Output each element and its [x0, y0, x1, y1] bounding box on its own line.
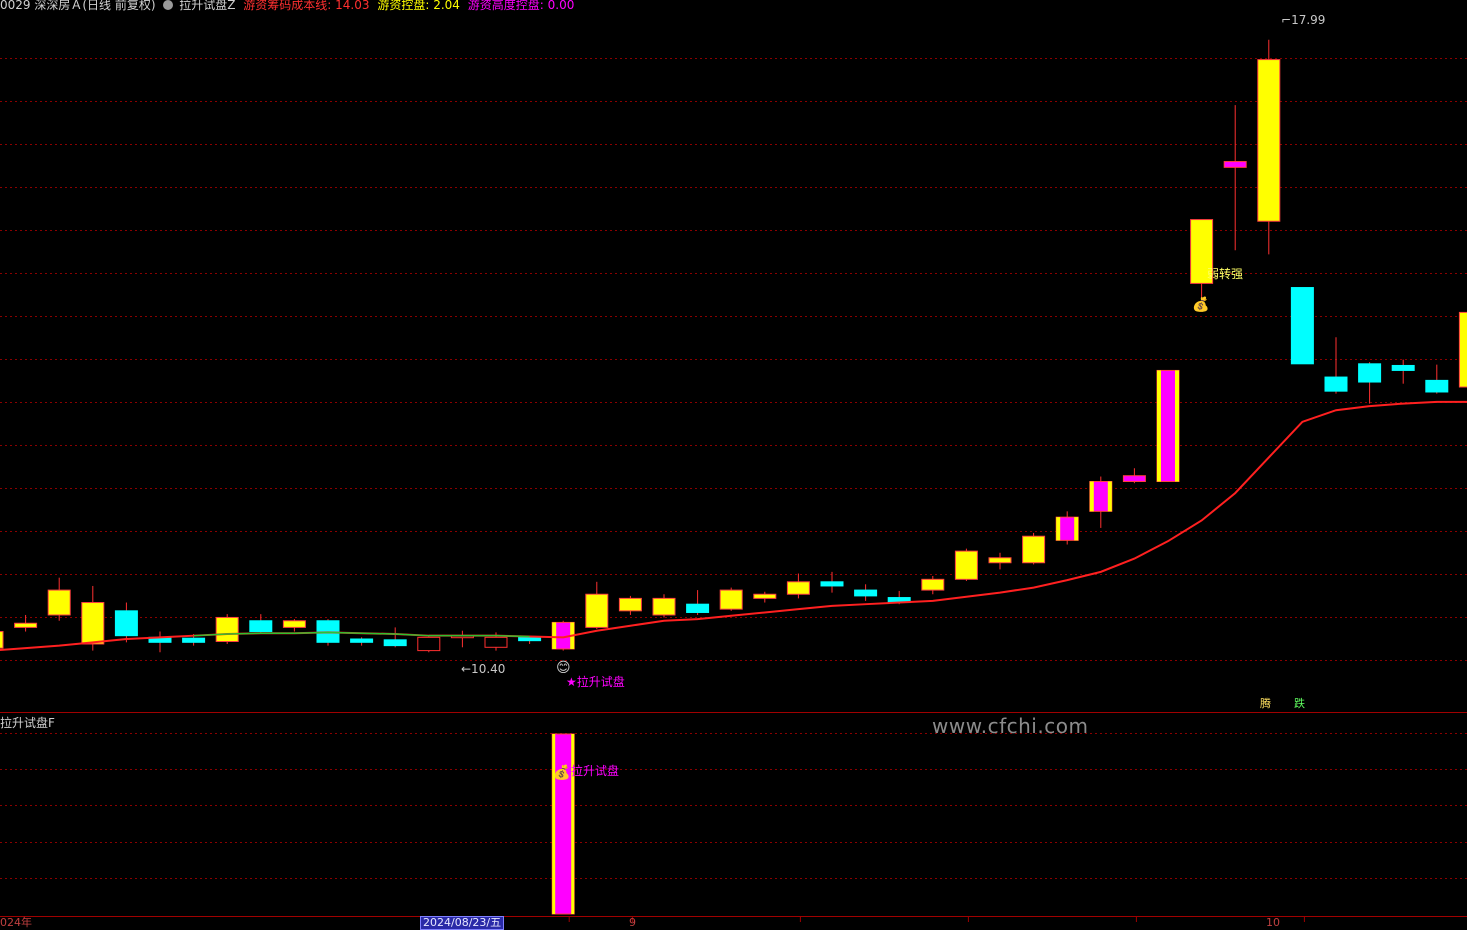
candle-stripe [1175, 370, 1179, 482]
signal-label-sub: 拉升试盘 [571, 764, 620, 778]
candle-body [652, 597, 676, 616]
candle-body [921, 578, 945, 591]
kline-window[interactable]: 0029 深深房Ａ(日线 前复权) 拉升试盘Z 游资筹码成本线: 14.03 游… [0, 0, 1467, 930]
cost-line-value: 14.03 [335, 0, 370, 12]
candle-body [1391, 364, 1415, 371]
candle-stripe [1056, 517, 1061, 541]
candle-body [0, 631, 4, 649]
ma-line-layer [0, 400, 1467, 652]
stock-title[interactable]: 0029 深深房Ａ(日线 前复权) [0, 0, 156, 12]
candle-body [686, 603, 710, 613]
cursor-date-label: 2024/08/23/五 [420, 916, 505, 930]
watermark: www.cfchi.com [932, 714, 1089, 738]
indicator-layer [551, 733, 575, 915]
month-label-oct: 10 [1266, 916, 1280, 929]
year-label: 024年 [0, 916, 32, 929]
candle-body [618, 597, 642, 612]
chart-header: 0029 深深房Ａ(日线 前复权) 拉升试盘Z 游资筹码成本线: 14.03 游… [0, 0, 578, 14]
candle-body [1358, 363, 1382, 383]
candle-body [1122, 475, 1146, 483]
candle-body [753, 593, 777, 599]
candle-body [81, 602, 105, 645]
signal-bar-edge [552, 734, 556, 914]
circle-check-icon[interactable] [163, 0, 174, 10]
candle-body [1458, 311, 1467, 388]
control-label: 游资控盘: [377, 0, 430, 12]
money-bag-icon: 💰 [553, 765, 571, 781]
candle-body [1290, 287, 1314, 365]
candle-body [383, 639, 407, 647]
candle-stripe [552, 622, 557, 649]
candle-body [585, 593, 609, 628]
candle-body [1022, 535, 1046, 564]
candle-body [954, 550, 978, 580]
candle-body [417, 636, 441, 652]
candle-body [282, 620, 306, 628]
candle-body [518, 636, 542, 642]
candle-stripe [1107, 481, 1112, 512]
candle-stripe [1089, 481, 1094, 512]
candles-layer [0, 39, 1467, 653]
cost-line-label: 游资筹码成本线: [243, 0, 332, 12]
candle-body [215, 616, 239, 642]
candle-stripe [1157, 370, 1161, 482]
candle-body [484, 636, 508, 648]
candle-body [1257, 59, 1281, 222]
subchart-title[interactable]: 拉升试盘F [0, 714, 55, 731]
candle-body [182, 637, 206, 643]
candle-body [820, 581, 844, 587]
low-price-label: ←10.40 [461, 662, 506, 676]
candle-body [1223, 161, 1247, 168]
money-bag-icon: 💰 [1192, 297, 1210, 313]
high-arrow-icon: ⌐ [1281, 13, 1292, 27]
fall-button[interactable]: 跌 [1292, 697, 1307, 711]
signal-label-main: ★拉升试盘 [566, 675, 625, 689]
candle-body [854, 589, 878, 597]
signal-bar-edge [571, 734, 575, 914]
kline-chart[interactable] [0, 0, 1467, 929]
time-ticks [568, 917, 1305, 922]
signal-bar [551, 733, 575, 915]
candle-body [1324, 376, 1348, 392]
rise-button[interactable]: 腾 [1258, 697, 1273, 711]
candle-body [719, 589, 743, 610]
candle-body [47, 589, 71, 616]
candle-body [249, 620, 273, 633]
candle-body [988, 557, 1012, 564]
candle-body [114, 610, 138, 637]
candle-stripe [1074, 517, 1079, 541]
height-control-label: 游资高度控盘: [467, 0, 544, 12]
ma-line [0, 400, 1467, 652]
height-control-value: 0.00 [547, 0, 575, 12]
candle-body [1425, 379, 1449, 393]
month-label-sep: 9 [629, 916, 636, 929]
candle-body [350, 638, 374, 643]
weak-to-strong-label: 弱转强 [1207, 267, 1244, 281]
indicator-name[interactable]: 拉升试盘Z [179, 0, 235, 12]
indicator-grid [0, 733, 1467, 879]
high-price-label: ⌐17.99 [1281, 13, 1326, 27]
control-value: 2.04 [433, 0, 460, 12]
price-grid [0, 58, 1467, 661]
candle-body [14, 622, 38, 628]
candle-body [786, 581, 810, 595]
